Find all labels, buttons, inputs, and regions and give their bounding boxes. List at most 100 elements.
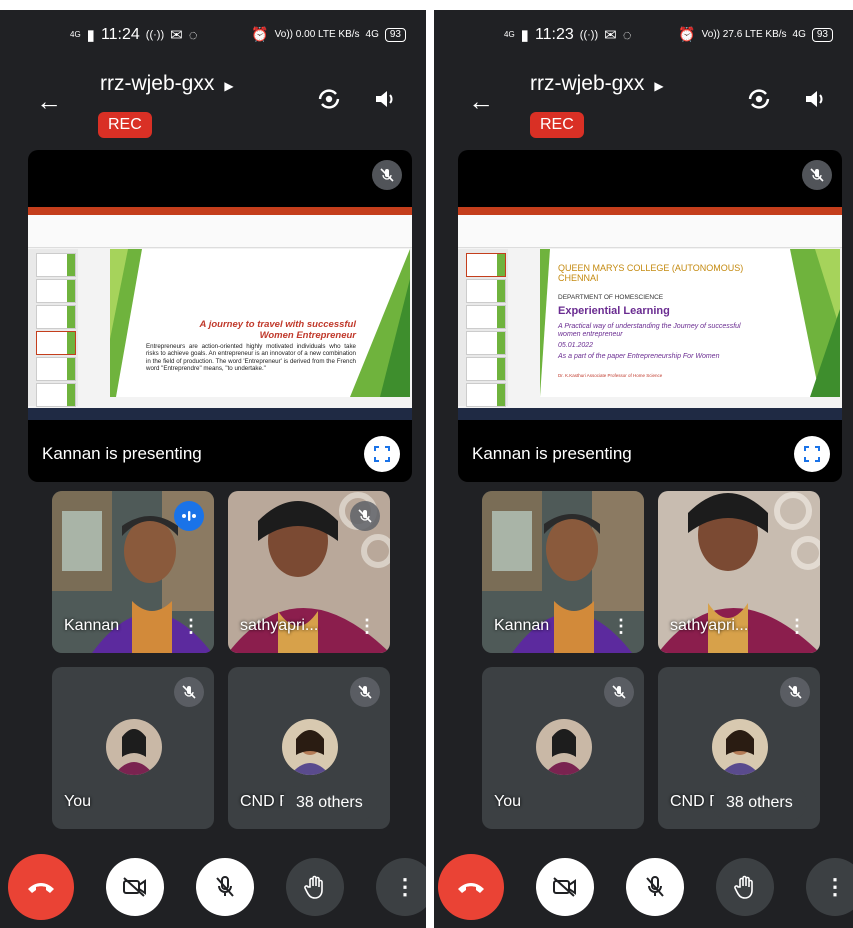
camera-toggle-button[interactable] [536,858,594,916]
participant-tile-kannan[interactable]: Kannan ⋮ [482,491,644,653]
recording-badge: REC [530,112,584,138]
mic-off-icon [802,160,832,190]
slide-line1: A Practical way of understanding the Jou… [558,323,741,338]
signal-bars-icon: ▮ [86,27,95,44]
meet-screen-left: 4G ▮ 11:24 ((·)) ✉ ◌ ⏰ Vo)) 0.00 LTE KB/… [0,10,426,928]
participant-name: You [64,793,91,810]
slide-thumbnails [28,249,78,407]
end-call-button[interactable] [8,854,74,920]
speaker-icon[interactable] [800,84,830,114]
slide-heading: Experiential Learning [558,305,670,317]
mail-icon: ✉ [170,27,183,44]
slide-line3: Dr. K.Kasthuri Associate Professor of Ho… [558,373,663,378]
participant-name: sathyapri... [670,617,749,634]
participant-tile-sathyapri[interactable]: sathyapri... ⋮ [658,491,820,653]
hotspot-icon: ((·)) [579,29,599,41]
mic-off-icon [372,160,402,190]
slide-line2: As a part of the paper Entrepreneurship … [558,353,720,360]
slide-thumb [466,279,506,303]
more-options-icon[interactable]: ⋮ [182,617,200,635]
current-slide: A journey to travel with successful Wome… [110,249,410,397]
mail-icon: ✉ [604,27,617,44]
more-options-icon[interactable]: ⋮ [788,617,806,635]
others-count-chip[interactable]: 38 others [282,786,377,820]
battery-indicator: 93 [811,27,833,42]
speaker-icon[interactable] [370,84,400,114]
windows-taskbar [458,408,842,420]
hand-icon [304,875,323,899]
alarm-icon: ⏰ [678,26,696,42]
presentation-area[interactable]: A journey to travel with successful Wome… [28,150,412,482]
meeting-code[interactable]: rrz-wjeb-gxx ▶ [530,72,664,96]
more-options-button[interactable]: ⋮ [806,858,853,916]
network-label: 4G [792,29,806,40]
back-arrow-icon[interactable]: ← [468,86,494,117]
end-call-button[interactable] [438,854,504,920]
more-vert-icon: ⋮ [394,874,416,899]
slide-date: 05.01.2022 [558,342,594,349]
alarm-icon: ⏰ [251,26,269,42]
participant-tile-kannan[interactable]: Kannan ⋮ [52,491,214,653]
camera-off-icon [123,877,146,897]
fullscreen-button[interactable] [364,436,400,472]
slide-body: Entrepreneurs are action-oriented highly… [146,343,356,373]
meeting-code[interactable]: rrz-wjeb-gxx ▶ [100,72,234,96]
presentation-area[interactable]: QUEEN MARYS COLLEGE (AUTONOMOUS) CHENNAI… [458,150,842,482]
signal-label: 4G [70,30,81,39]
hang-up-icon [28,883,54,893]
back-arrow-icon[interactable]: ← [36,86,62,117]
slide-thumb [466,383,506,407]
participant-name: sathyapri... [240,617,319,634]
app-ribbon [28,215,412,248]
clock: 11:24 [100,26,140,43]
windows-taskbar [28,408,412,420]
battery-indicator: 93 [384,27,406,42]
mic-toggle-button[interactable] [626,858,684,916]
mic-off-icon [216,876,234,897]
switch-camera-icon[interactable] [314,84,344,114]
slide-thumb [36,305,76,329]
signal-label: 4G [504,30,515,39]
hang-up-icon [458,883,484,893]
slide-thumb [36,253,76,277]
mic-off-icon [350,501,380,531]
fullscreen-icon [374,446,390,462]
slide-college: QUEEN MARYS COLLEGE (AUTONOMOUS) CHENNAI [558,263,744,283]
slide-thumbnails [458,249,508,407]
signal-bars-icon: ▮ [520,27,529,44]
participant-tile-you[interactable]: You [52,667,214,829]
fullscreen-icon [804,446,820,462]
slide-thumb [466,357,506,381]
more-options-icon[interactable]: ⋮ [612,617,630,635]
fullscreen-button[interactable] [794,436,830,472]
app-title-bar [458,207,842,215]
recording-badge: REC [98,112,152,138]
mic-off-icon [604,677,634,707]
slide-thumb [466,253,506,277]
participant-tile-you[interactable]: You [482,667,644,829]
mic-off-icon [174,677,204,707]
mic-off-icon [350,677,380,707]
more-options-icon[interactable]: ⋮ [358,617,376,635]
status-bar: 4G ▮ 11:24 ((·)) ✉ ◌ ⏰ Vo)) 0.00 LTE KB/… [0,26,426,46]
data-rate: Vo)) 0.00 LTE KB/s [274,29,360,40]
camera-toggle-button[interactable] [106,858,164,916]
slide-thumb [466,305,506,329]
slide-title-line2: Women Entrepreneur [259,330,356,341]
participant-tile-sathyapri[interactable]: sathyapri... ⋮ [228,491,390,653]
raise-hand-button[interactable] [286,858,344,916]
status-bar: 4G ▮ 11:23 ((·)) ✉ ◌ ⏰ Vo)) 27.6 LTE KB/… [434,26,853,46]
avatar [282,719,338,775]
others-count-chip[interactable]: 38 others [712,786,807,820]
caret-right-icon: ▶ [224,79,234,93]
mic-toggle-button[interactable] [196,858,254,916]
mic-off-icon [646,876,664,897]
avatar [536,719,592,775]
participant-name: Kannan [64,617,120,634]
raise-hand-button[interactable] [716,858,774,916]
switch-camera-icon[interactable] [744,84,774,114]
presenting-label: Kannan is presenting [472,444,632,463]
meeting-code-text: rrz-wjeb-gxx [100,72,215,95]
more-options-button[interactable]: ⋮ [376,858,426,916]
slide-thumb [36,357,76,381]
